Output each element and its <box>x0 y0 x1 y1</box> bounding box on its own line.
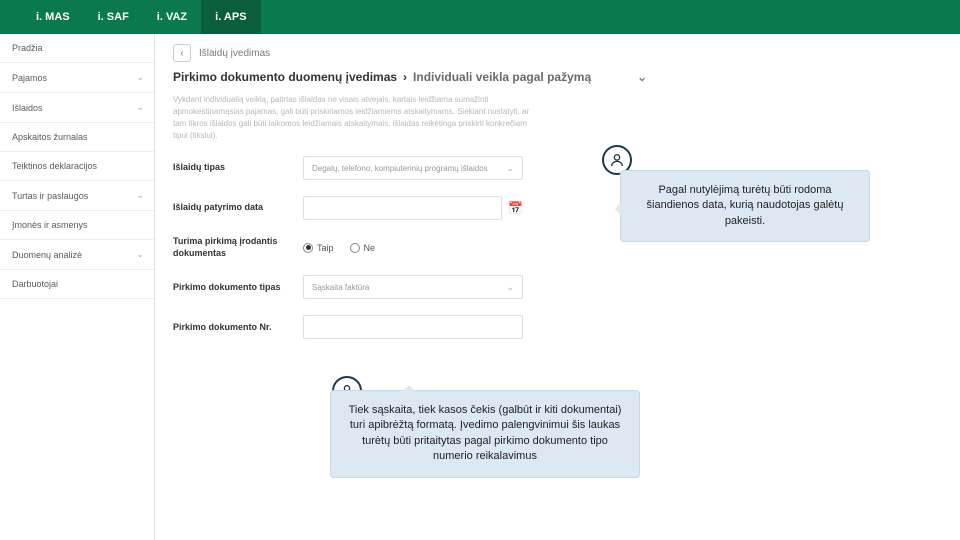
tab-iaps[interactable]: i. APS <box>201 0 260 34</box>
tab-ivaz[interactable]: i. VAZ <box>143 0 201 34</box>
radio-yes[interactable]: Taip <box>303 243 334 253</box>
sidebar-item-label: Išlaidos <box>12 103 43 113</box>
document-number-input[interactable] <box>303 315 523 339</box>
label-expense-date: Išlaidų patyrimo data <box>173 202 303 214</box>
chevron-down-icon: ⌄ <box>136 249 144 260</box>
back-button[interactable]: ‹ <box>173 44 191 62</box>
sidebar-item-islaidos[interactable]: Išlaidos ⌄ <box>0 93 154 123</box>
radio-no[interactable]: Ne <box>350 243 376 253</box>
sidebar-item-pajamos[interactable]: Pajamos ⌄ <box>0 63 154 93</box>
sidebar-item-turtas[interactable]: Turtas ir paslaugos ⌄ <box>0 181 154 211</box>
sidebar-item-label: Darbuotojai <box>12 279 58 289</box>
annotation-callout-docnum: Tiek sąskaita, tiek kasos čekis (galbūt … <box>330 390 640 478</box>
tab-isaf[interactable]: i. SAF <box>84 0 143 34</box>
chevron-down-icon: ⌄ <box>506 163 514 174</box>
tab-imas[interactable]: i. MAS <box>22 0 84 34</box>
sidebar-item-imones[interactable]: Įmonės ir asmenys <box>0 211 154 240</box>
sidebar-item-label: Apskaitos žurnalas <box>12 132 88 142</box>
sidebar-item-label: Teiktinos deklaracijos <box>12 161 97 171</box>
sidebar-item-teiktinos[interactable]: Teiktinos deklaracijos <box>0 152 154 181</box>
label-document-number: Pirkimo dokumento Nr. <box>173 322 303 334</box>
chevron-down-icon[interactable]: ⌄ <box>637 70 647 84</box>
chevron-down-icon: ⌄ <box>136 190 144 201</box>
sidebar-item-apskaitos[interactable]: Apskaitos žurnalas <box>0 123 154 152</box>
label-document-type: Pirkimo dokumento tipas <box>173 282 303 294</box>
description-text: Vykdant individualią veiklą, patirtas iš… <box>173 94 533 142</box>
expense-type-select[interactable]: Degalų, telefono, kompiuterinių programų… <box>303 156 523 180</box>
chevron-down-icon: ⌄ <box>136 72 144 83</box>
page-title: Pirkimo dokumento duomenų įvedimas › Ind… <box>173 70 942 84</box>
sidebar-item-label: Pradžia <box>12 43 43 53</box>
calendar-icon[interactable]: 📅 <box>508 201 523 215</box>
sidebar-item-label: Duomenų analizė <box>12 250 82 260</box>
sidebar-item-duomenu[interactable]: Duomenų analizė ⌄ <box>0 240 154 270</box>
sidebar-item-darbuotojai[interactable]: Darbuotojai <box>0 270 154 299</box>
select-value: Sąskaita faktūra <box>312 283 369 292</box>
label-has-document: Turima pirkimą įrodantis dokumentas <box>173 236 303 259</box>
title-main: Pirkimo dokumento duomenų įvedimas <box>173 70 397 84</box>
label-expense-type: Išlaidų tipas <box>173 162 303 174</box>
title-sub: Individuali veikla pagal pažymą <box>413 70 591 84</box>
chevron-down-icon: ⌄ <box>506 282 514 293</box>
breadcrumb: Išlaidų įvedimas <box>199 48 270 59</box>
select-value: Degalų, telefono, kompiuterinių programų… <box>312 164 488 173</box>
chevron-down-icon: ⌄ <box>136 102 144 113</box>
sidebar-item-label: Turtas ir paslaugos <box>12 191 88 201</box>
has-document-radio-group: Taip Ne <box>303 243 523 253</box>
annotation-callout-date: Pagal nutylėjimą turėtų būti rodoma šian… <box>620 170 870 242</box>
sidebar-item-pradzia[interactable]: Pradžia <box>0 34 154 63</box>
document-type-select[interactable]: Sąskaita faktūra ⌄ <box>303 275 523 299</box>
sidebar-item-label: Įmonės ir asmenys <box>12 220 88 230</box>
sidebar: Pradžia Pajamos ⌄ Išlaidos ⌄ Apskaitos žur… <box>0 34 155 540</box>
sidebar-item-label: Pajamos <box>12 73 47 83</box>
top-nav: i. MAS i. SAF i. VAZ i. APS <box>0 0 960 34</box>
expense-date-input[interactable] <box>303 196 502 220</box>
